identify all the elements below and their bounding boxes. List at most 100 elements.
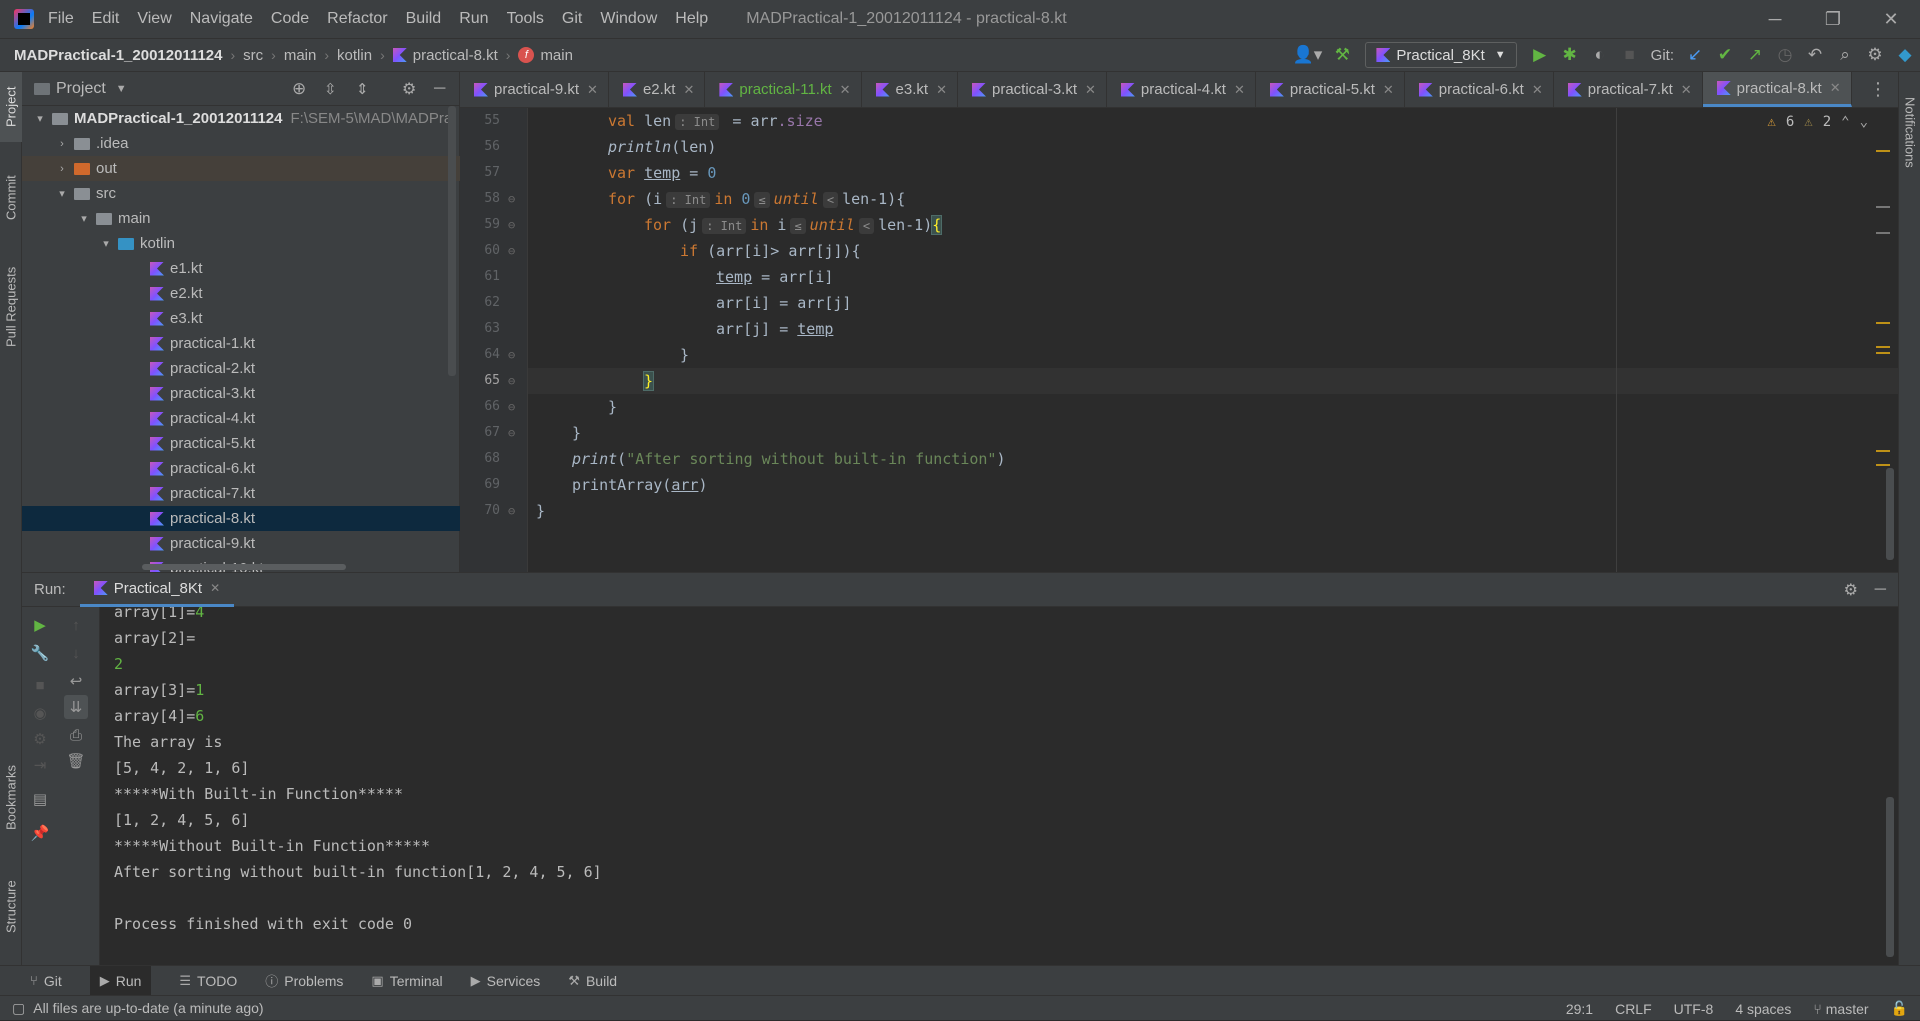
run-configuration-select[interactable]: Practical_8Kt ▼ xyxy=(1365,42,1517,68)
menu-navigate[interactable]: Navigate xyxy=(190,10,253,28)
git-branch-widget[interactable]: ⑂ master xyxy=(1813,1001,1868,1017)
tree-row-kotlin[interactable]: ▾ kotlin xyxy=(22,231,460,256)
close-tab-icon[interactable]: ✕ xyxy=(840,82,851,98)
git-update-icon[interactable]: ↙ xyxy=(1680,40,1710,70)
commit-tool-tab[interactable]: Commit xyxy=(0,158,22,238)
tree-row-src[interactable]: ▾ src xyxy=(22,181,460,206)
notifications-tool-tab[interactable]: Notifications xyxy=(1899,82,1920,182)
close-tab-icon[interactable]: ✕ xyxy=(1681,82,1692,98)
warning-marker[interactable] xyxy=(1876,450,1890,452)
restore-icon[interactable]: ❐ xyxy=(1804,0,1862,38)
debug-icon[interactable]: ✱ xyxy=(1555,40,1585,70)
chevron-right-icon[interactable]: › xyxy=(54,138,70,150)
layout-icon[interactable]: ▤ xyxy=(28,787,52,811)
arrow-up-icon[interactable]: ↑ xyxy=(64,613,88,637)
pin-icon[interactable]: 📌 xyxy=(28,821,52,845)
caret-position[interactable]: 29:1 xyxy=(1566,1001,1593,1017)
user-icon[interactable]: 👤▾ xyxy=(1287,40,1327,70)
menu-tools[interactable]: Tools xyxy=(507,10,544,28)
project-tool-tab[interactable]: Project xyxy=(0,72,22,142)
tree-file-row[interactable]: practical-1.kt xyxy=(22,331,460,356)
hide-panel-icon[interactable]: ─ xyxy=(1875,581,1886,599)
fold-icon[interactable]: ⊖ xyxy=(508,244,515,258)
editor-tab[interactable]: e2.kt ✕ xyxy=(609,72,706,107)
more-tabs-icon[interactable]: ⋮ xyxy=(1858,72,1898,107)
tool-tab-services[interactable]: ▶ Services xyxy=(471,966,541,996)
gear-icon[interactable]: ⚙ xyxy=(1844,580,1858,600)
search-icon[interactable]: ⌕ xyxy=(1830,40,1860,70)
breadcrumb-project[interactable]: MADPractical-1_20012011124 xyxy=(14,47,223,64)
print-icon[interactable]: ⎙ xyxy=(64,723,88,747)
breadcrumb-main[interactable]: main xyxy=(284,47,317,64)
tree-file-row[interactable]: e3.kt xyxy=(22,306,460,331)
tree-file-row[interactable]: practical-4.kt xyxy=(22,406,460,431)
tree-file-row[interactable]: e1.kt xyxy=(22,256,460,281)
console-output[interactable]: array[1]=4 array[2]= 2 array[3]=1 array[… xyxy=(100,607,1898,966)
editor-tab[interactable]: practical-5.kt ✕ xyxy=(1256,72,1405,107)
tree-file-row[interactable]: practical-7.kt xyxy=(22,481,460,506)
fold-icon[interactable]: ⊖ xyxy=(508,192,515,206)
fold-icon[interactable]: ⊖ xyxy=(508,504,515,518)
camera-icon[interactable]: ◉ xyxy=(28,701,52,725)
vertical-scrollbar[interactable] xyxy=(448,106,456,376)
tree-file-row[interactable]: practical-5.kt xyxy=(22,431,460,456)
tree-file-row-selected[interactable]: practical-8.kt xyxy=(22,506,460,531)
editor-tab-active[interactable]: practical-8.kt ✕ xyxy=(1702,72,1852,107)
history-icon[interactable]: ◷ xyxy=(1770,40,1800,70)
rollback-icon[interactable]: ↶ xyxy=(1800,40,1830,70)
expand-all-icon[interactable]: ⇳ xyxy=(324,80,337,98)
editor-tab[interactable]: practical-9.kt ✕ xyxy=(460,72,609,107)
tree-row-idea[interactable]: › .idea xyxy=(22,131,460,156)
info-marker[interactable] xyxy=(1876,206,1890,208)
editor-tab[interactable]: practical-11.kt ✕ xyxy=(705,72,862,107)
menu-help[interactable]: Help xyxy=(675,10,708,28)
tree-file-row[interactable]: practical-6.kt xyxy=(22,456,460,481)
menu-edit[interactable]: Edit xyxy=(92,10,120,28)
bookmarks-tool-tab[interactable]: Bookmarks xyxy=(0,752,22,842)
fold-icon[interactable]: ⊖ xyxy=(508,374,515,388)
close-window-icon[interactable]: ✕ xyxy=(1862,0,1920,38)
close-tab-icon[interactable]: ✕ xyxy=(1532,82,1543,98)
menu-file[interactable]: File xyxy=(48,10,74,28)
stop-icon[interactable]: ■ xyxy=(1615,40,1645,70)
gear-icon[interactable]: ⚙ xyxy=(1860,40,1890,70)
menu-build[interactable]: Build xyxy=(406,10,442,28)
exit-icon[interactable]: ⇥ xyxy=(28,753,52,777)
tool-tab-todo[interactable]: ☰ TODO xyxy=(179,966,237,996)
tool-tab-run[interactable]: ▶ Run xyxy=(89,965,152,996)
soft-wrap-icon[interactable]: ↩ xyxy=(64,669,88,693)
gear-icon[interactable]: ⚙ xyxy=(402,79,416,99)
indent-setting[interactable]: 4 spaces xyxy=(1735,1001,1791,1017)
editor-tab[interactable]: e3.kt ✕ xyxy=(862,72,958,107)
hide-panel-icon[interactable]: ─ xyxy=(434,80,445,98)
close-tab-icon[interactable]: ✕ xyxy=(1085,82,1096,98)
fold-icon[interactable]: ⊖ xyxy=(508,218,515,232)
warning-marker[interactable] xyxy=(1876,464,1890,466)
structure-tool-tab[interactable]: Structure xyxy=(0,862,22,952)
warning-marker[interactable] xyxy=(1876,322,1890,324)
tree-row-main[interactable]: ▾ main xyxy=(22,206,460,231)
tool-tab-git[interactable]: ⑂ Git xyxy=(30,966,62,996)
project-view-label[interactable]: Project xyxy=(56,80,106,98)
editor-tab[interactable]: practical-6.kt ✕ xyxy=(1405,72,1554,107)
rerun-icon[interactable]: ▶ xyxy=(28,613,52,637)
inspection-widget[interactable]: ⚠ 6 ⚠ 2 ⌃ ⌄ xyxy=(1767,114,1868,130)
minimize-icon[interactable]: ─ xyxy=(1746,0,1804,38)
stop-icon[interactable]: ■ xyxy=(28,673,52,697)
fold-icon[interactable]: ⊖ xyxy=(508,348,515,362)
menu-view[interactable]: View xyxy=(137,10,171,28)
editor-tab[interactable]: practical-3.kt ✕ xyxy=(958,72,1107,107)
editor-scrollbar[interactable] xyxy=(1886,468,1894,560)
tool-tab-problems[interactable]: ⓘ Problems xyxy=(265,966,343,996)
chevron-down-icon[interactable]: ▾ xyxy=(54,187,70,200)
editor-tab[interactable]: practical-7.kt ✕ xyxy=(1554,72,1703,107)
toolbox-icon[interactable]: ◆ xyxy=(1890,40,1920,70)
pull-requests-tool-tab[interactable]: Pull Requests xyxy=(0,252,22,362)
menu-window[interactable]: Window xyxy=(600,10,657,28)
line-separator[interactable]: CRLF xyxy=(1615,1001,1652,1017)
tree-file-row[interactable]: practical-2.kt xyxy=(22,356,460,381)
settings-icon[interactable]: ⚙ xyxy=(28,727,52,751)
warning-marker[interactable] xyxy=(1876,352,1890,354)
menu-code[interactable]: Code xyxy=(271,10,309,28)
dropdown-arrow-icon[interactable]: ▼ xyxy=(116,83,127,95)
